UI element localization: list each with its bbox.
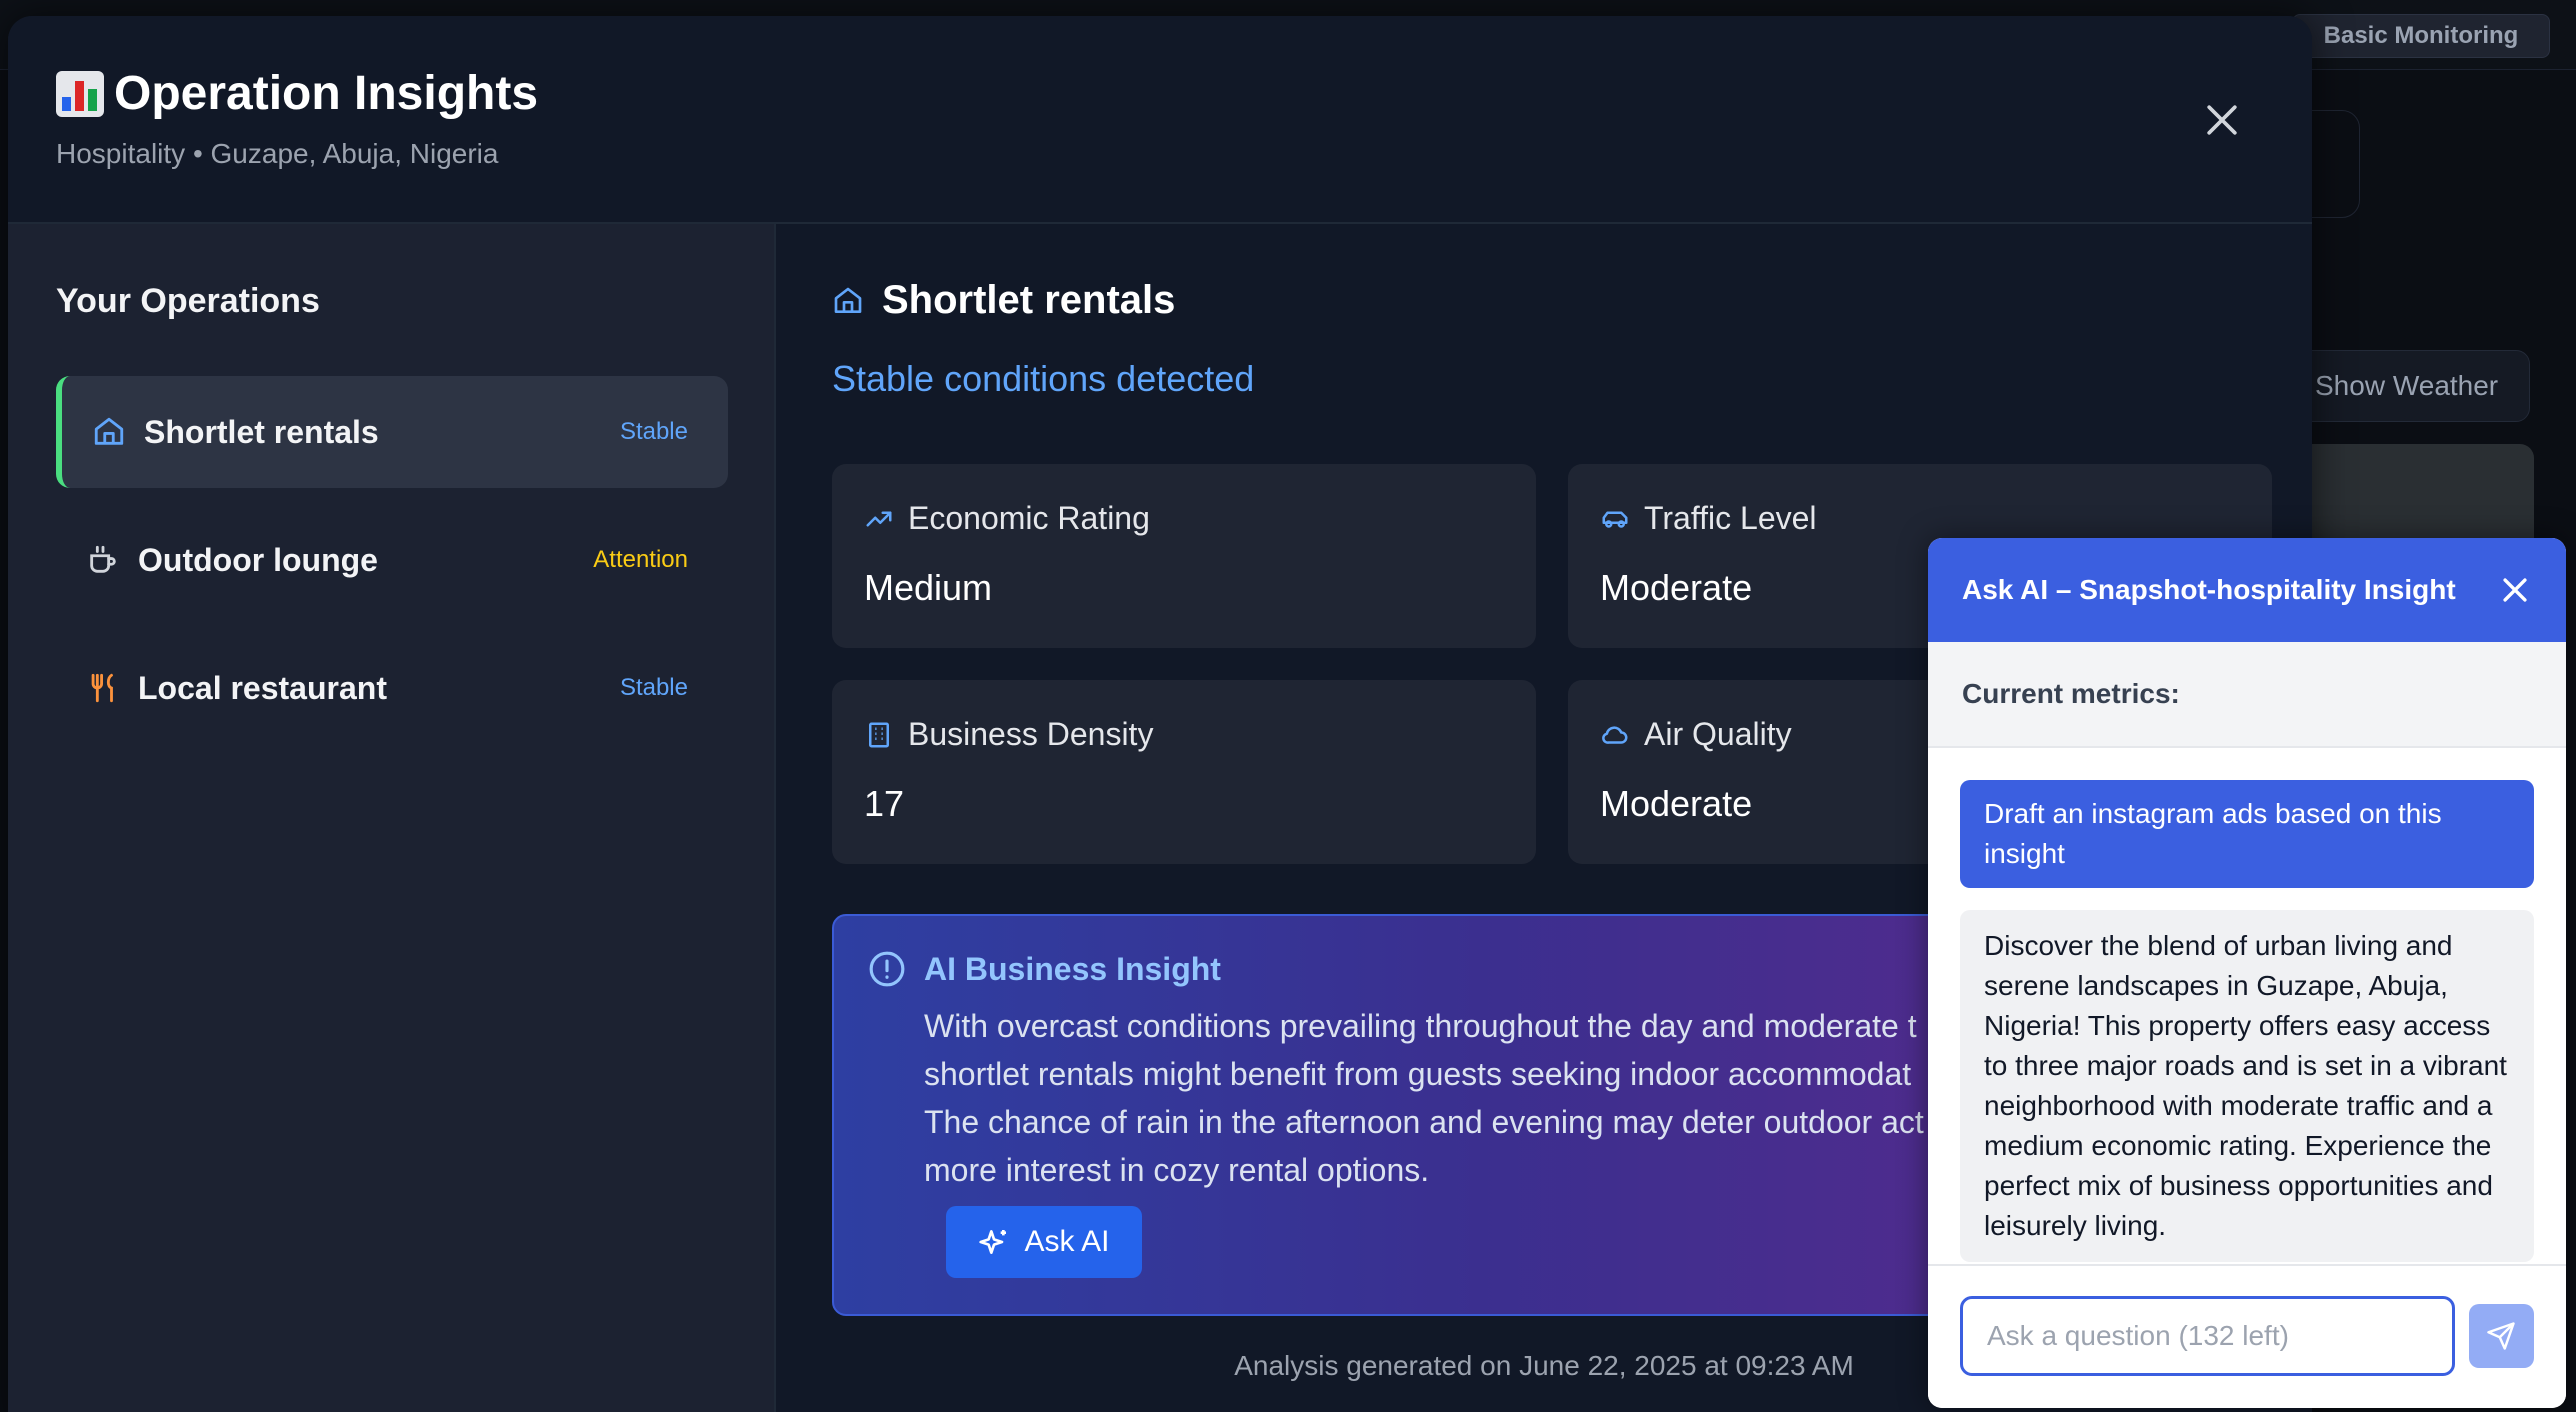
chat-header: Ask AI – Snapshot-hospitality Insight bbox=[1928, 538, 2566, 642]
home-icon bbox=[94, 417, 124, 445]
chat-title: Ask AI – Snapshot-hospitality Insight bbox=[1962, 574, 2456, 605]
sidebar-heading: Your Operations bbox=[56, 282, 320, 320]
building-icon bbox=[869, 722, 889, 747]
metric-label: Economic Rating bbox=[908, 500, 1150, 536]
status-text: Stable conditions detected bbox=[832, 358, 1255, 399]
chat-question-input[interactable] bbox=[1960, 1296, 2455, 1376]
sidebar-item-shortlet-rentals[interactable]: Shortlet rentals Stable bbox=[56, 376, 728, 488]
metric-value: Medium bbox=[864, 567, 993, 608]
coffee-icon bbox=[90, 545, 116, 573]
chat-input-row bbox=[1928, 1264, 2566, 1408]
modal-subtitle: Hospitality • Guzape, Abuja, Nigeria bbox=[56, 138, 499, 169]
status-badge: Attention bbox=[593, 546, 688, 573]
alert-circle-icon bbox=[869, 951, 905, 987]
car-icon bbox=[1602, 511, 1628, 528]
insight-heading: AI Business Insight bbox=[924, 950, 1221, 987]
ask-ai-chat-panel: Ask AI – Snapshot-hospitality Insight Cu… bbox=[1928, 538, 2566, 1408]
close-icon[interactable] bbox=[2498, 573, 2532, 607]
metric-card-economic-rating: Economic Rating Medium bbox=[832, 464, 1536, 648]
modal-title: Operation Insights bbox=[56, 66, 538, 121]
ai-message: Discover the blend of urban living and s… bbox=[1960, 910, 2534, 1262]
sidebar-item-local-restaurant[interactable]: Local restaurant Stable bbox=[56, 632, 728, 744]
home-icon bbox=[834, 287, 862, 313]
metric-label: Business Density bbox=[908, 716, 1154, 752]
basic-monitoring-pill[interactable]: Basic Monitoring bbox=[2292, 14, 2550, 58]
status-badge: Stable bbox=[619, 418, 688, 445]
metric-label: Air Quality bbox=[1644, 716, 1792, 752]
metric-value: 17 bbox=[864, 783, 905, 824]
status-badge: Stable bbox=[619, 674, 688, 701]
metric-label: Traffic Level bbox=[1644, 500, 1817, 536]
operations-sidebar: Your Operations Shortlet rentals Stable … bbox=[8, 224, 776, 1412]
sidebar-item-label: Local restaurant bbox=[138, 669, 387, 706]
bar-chart-icon bbox=[56, 70, 104, 117]
send-button[interactable] bbox=[2468, 1304, 2534, 1368]
trending-up-icon bbox=[866, 511, 892, 526]
send-icon bbox=[2487, 1322, 2515, 1350]
page-title-text: Shortlet rentals bbox=[882, 278, 1176, 322]
sidebar-item-outdoor-lounge[interactable]: Outdoor lounge Attention bbox=[56, 504, 728, 616]
sidebar-item-label: Outdoor lounge bbox=[138, 541, 378, 578]
sparkles-icon bbox=[979, 1230, 1007, 1254]
current-metrics-label: Current metrics: bbox=[1928, 642, 2566, 748]
page-title: Shortlet rentals bbox=[832, 278, 1175, 323]
modal-title-text: Operation Insights bbox=[114, 67, 539, 120]
chat-messages: Draft an instagram ads based on this ins… bbox=[1928, 748, 2566, 1264]
close-icon[interactable] bbox=[2200, 98, 2244, 142]
cloud-icon bbox=[1602, 725, 1628, 744]
sidebar-item-label: Shortlet rentals bbox=[144, 413, 379, 450]
user-message: Draft an instagram ads based on this ins… bbox=[1960, 780, 2534, 888]
modal-header: Operation Insights Hospitality • Guzape,… bbox=[8, 16, 2312, 224]
metric-card-business-density: Business Density 17 bbox=[832, 680, 1536, 864]
ask-ai-label: Ask AI bbox=[1024, 1225, 1110, 1258]
utensils-icon bbox=[91, 673, 113, 703]
ask-ai-button[interactable]: Ask AI bbox=[946, 1206, 1142, 1278]
